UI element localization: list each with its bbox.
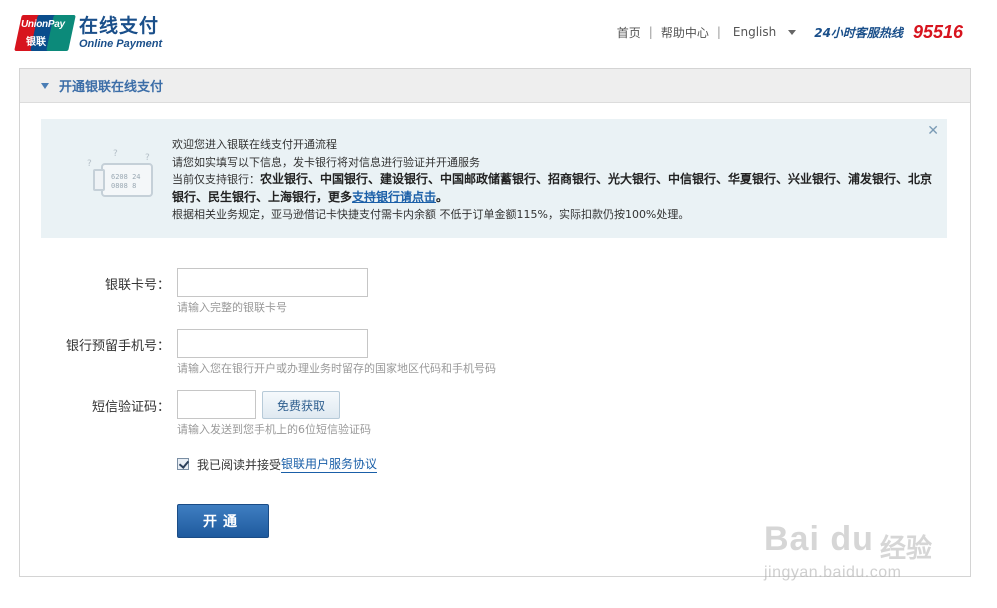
notice-banks-prefix: 当前仅支持银行： bbox=[172, 173, 260, 186]
supported-banks-link[interactable]: 支持银行请点击 bbox=[352, 190, 436, 204]
agree-checkbox[interactable] bbox=[177, 458, 189, 470]
language-selector[interactable]: English bbox=[732, 25, 797, 39]
panel-title: 开通银联在线支付 bbox=[59, 80, 164, 95]
top-nav: 首页 | 帮助中心 | English 24小时客服热线 95516 bbox=[617, 22, 963, 42]
header: UnionPay 银联 在线支付 Online Payment 首页 | 帮助中… bbox=[0, 0, 997, 66]
get-sms-code-button[interactable]: 免费获取 bbox=[262, 391, 340, 419]
agreement-row: 我已阅读并接受 银联用户服务协议 bbox=[177, 455, 378, 473]
card-number-illustration: 6208 24 bbox=[111, 173, 141, 181]
notice-banks-end: 。 bbox=[436, 189, 449, 204]
bank-card-illustration-icon: ? ? ? 6208 24 0808 8 bbox=[87, 149, 167, 209]
logo-mark-cn: 银联 bbox=[26, 37, 46, 48]
main-panel: 开通银联在线支付 ✕ ? ? ? 6208 24 0808 8 欢迎您进入银联在… bbox=[19, 68, 971, 577]
service-agreement-link[interactable]: 银联用户服务协议 bbox=[281, 455, 378, 473]
sms-code-label: 短信验证码： bbox=[91, 400, 170, 415]
unionpay-logo[interactable]: UnionPay 银联 在线支付 Online Payment bbox=[14, 14, 162, 52]
nav-separator: | bbox=[716, 25, 721, 39]
sms-code-hint: 请输入发送到您手机上的6位短信验证码 bbox=[177, 423, 371, 436]
logo-mark-text: UnionPay bbox=[21, 19, 65, 30]
notice-text: 欢迎您进入银联在线支付开通流程 请您如实填写以下信息，发卡银行将对信息进行验证并… bbox=[172, 136, 932, 224]
supported-banks: 农业银行、中国银行、建设银行、中国邮政储蓄银行、招商银行、光大银行、中信银行、华… bbox=[172, 172, 933, 204]
nav-help-link[interactable]: 帮助中心 bbox=[661, 24, 709, 41]
card-number-hint: 请输入完整的银联卡号 bbox=[177, 301, 287, 314]
open-service-button[interactable]: 开通 bbox=[177, 504, 269, 538]
panel-header[interactable]: 开通银联在线支付 bbox=[20, 69, 970, 103]
card-number-label: 银联卡号： bbox=[104, 278, 170, 293]
chevron-down-icon bbox=[788, 29, 797, 35]
logo-text: 在线支付 Online Payment bbox=[79, 15, 162, 51]
logo-title-cn: 在线支付 bbox=[79, 15, 160, 37]
info-notice: ✕ ? ? ? 6208 24 0808 8 欢迎您进入银联在线支付开通流程 请… bbox=[41, 119, 947, 238]
notice-line-1: 欢迎您进入银联在线支付开通流程 bbox=[172, 138, 337, 151]
nav-separator: | bbox=[648, 25, 653, 39]
sms-code-input[interactable] bbox=[177, 390, 256, 419]
hotline-label: 24小时客服热线 bbox=[814, 25, 903, 40]
collapse-triangle-icon bbox=[41, 82, 49, 89]
language-label: English bbox=[732, 25, 777, 39]
phone-label: 银行预留手机号： bbox=[65, 339, 170, 354]
nav-home-link[interactable]: 首页 bbox=[617, 24, 641, 41]
agree-text: 我已阅读并接受 bbox=[197, 457, 282, 472]
notice-line-2: 请您如实填写以下信息，发卡银行将对信息进行验证并开通服务 bbox=[172, 155, 480, 169]
card-number-illustration-2: 0808 8 bbox=[111, 182, 137, 190]
notice-banks: 当前仅支持银行：农业银行、中国银行、建设银行、中国邮政储蓄银行、招商银行、光大银… bbox=[172, 171, 932, 206]
notice-line-4: 根据相关业务规定，亚马逊借记卡快捷支付需卡内余额 不低于订单金额115%，实际扣… bbox=[172, 208, 690, 221]
phone-hint: 请输入您在银行开户或办理业务时留存的国家地区代码和手机号码 bbox=[177, 362, 496, 375]
phone-input[interactable] bbox=[177, 329, 368, 358]
logo-title-en: Online Payment bbox=[79, 38, 163, 50]
hotline-number: 95516 bbox=[912, 21, 963, 42]
card-number-input[interactable] bbox=[177, 268, 368, 297]
unionpay-logo-mark: UnionPay 银联 bbox=[14, 15, 76, 51]
